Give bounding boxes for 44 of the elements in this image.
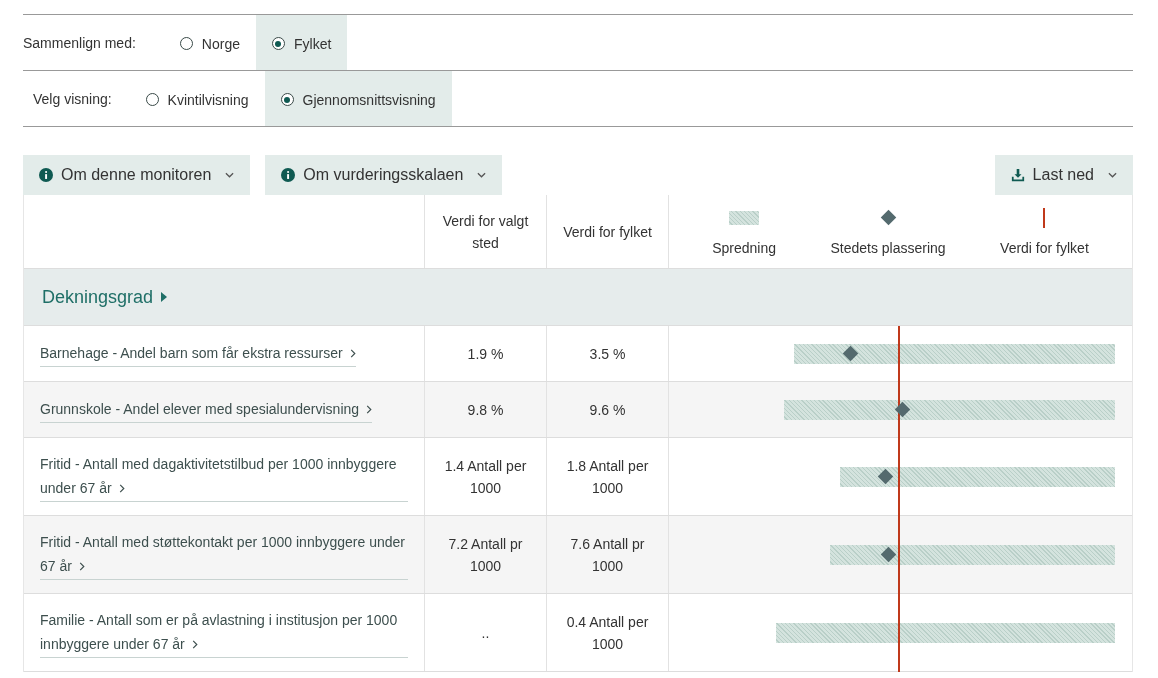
chevron-right-icon [118,483,125,493]
info-dropdown-button[interactable]: Om vurderingsskalaen [265,155,503,195]
chevron-down-icon [477,172,487,178]
download-icon [1010,168,1025,182]
chevron-down-icon [225,172,235,178]
option-label: Sammenlign med: [23,33,137,53]
info-icon [281,168,296,182]
reference-line-icon [1043,207,1046,228]
option-label: Velg visning: [32,89,113,109]
table-cell-text: .. [481,623,490,643]
table-cell-text: 9.8 % [467,400,504,420]
table-cell-text: 0.4 Antall per 1000 [565,612,650,654]
chevron-right-icon [349,348,356,358]
table-cell-text: 7.6 Antall pr 1000 [569,534,646,576]
indicator-link[interactable]: Familie - Antall som er på avlastning i institusjon per 1000 innbyggere under 67 år [40,607,408,658]
chevron-right-icon [78,561,85,571]
legend-label: Verdi for fylket [1000,239,1089,256]
table-cell-text: 9.6 % [589,400,626,420]
legend-label: Spredning [712,239,777,256]
caret-right-icon [161,292,168,302]
radio-option[interactable]: Norge [163,15,256,70]
radio-option[interactable]: Gjennomsnittsvisning [264,71,452,126]
chevron-right-icon [365,404,372,414]
column-header: Verdi for valgt sted [441,211,530,253]
group-header-row[interactable]: Dekningsgrad [24,269,1132,326]
radio-option[interactable]: Kvintilvisning [129,71,265,126]
indicator-link[interactable]: Fritid - Antall med støttekontakt per 1000 innbyggere under 67 år [40,529,408,580]
radio-option[interactable]: Fylket [255,15,348,70]
indicator-link[interactable]: Fritid - Antall med dagaktivitetstilbud per 1000 innbyggere under 67 år [40,451,408,502]
table-cell-text: 7.2 Antall pr 1000 [447,534,524,576]
table-cell-text: 1.8 Antall per 1000 [565,456,650,498]
indicator-link[interactable]: Barnehage - Andel barn som får ekstra ressurser [40,340,356,367]
chevron-right-icon [191,639,198,649]
indicator-link[interactable]: Grunnskole - Andel elever med spesialundervisning [40,396,372,423]
column-header: Verdi for fylket [563,222,652,242]
chevron-down-icon [1108,172,1117,178]
info-dropdown-button[interactable]: Om denne monitoren [23,155,251,195]
table-cell-text: 1.4 Antall per 1000 [443,456,528,498]
download-button[interactable]: Last ned [994,155,1133,195]
table-cell-text: 1.9 % [467,344,504,364]
info-icon [39,168,53,182]
hatched-range-swatch [729,210,760,225]
legend-label: Stedets plassering [830,239,946,256]
table-cell-text: 3.5 % [589,344,626,364]
